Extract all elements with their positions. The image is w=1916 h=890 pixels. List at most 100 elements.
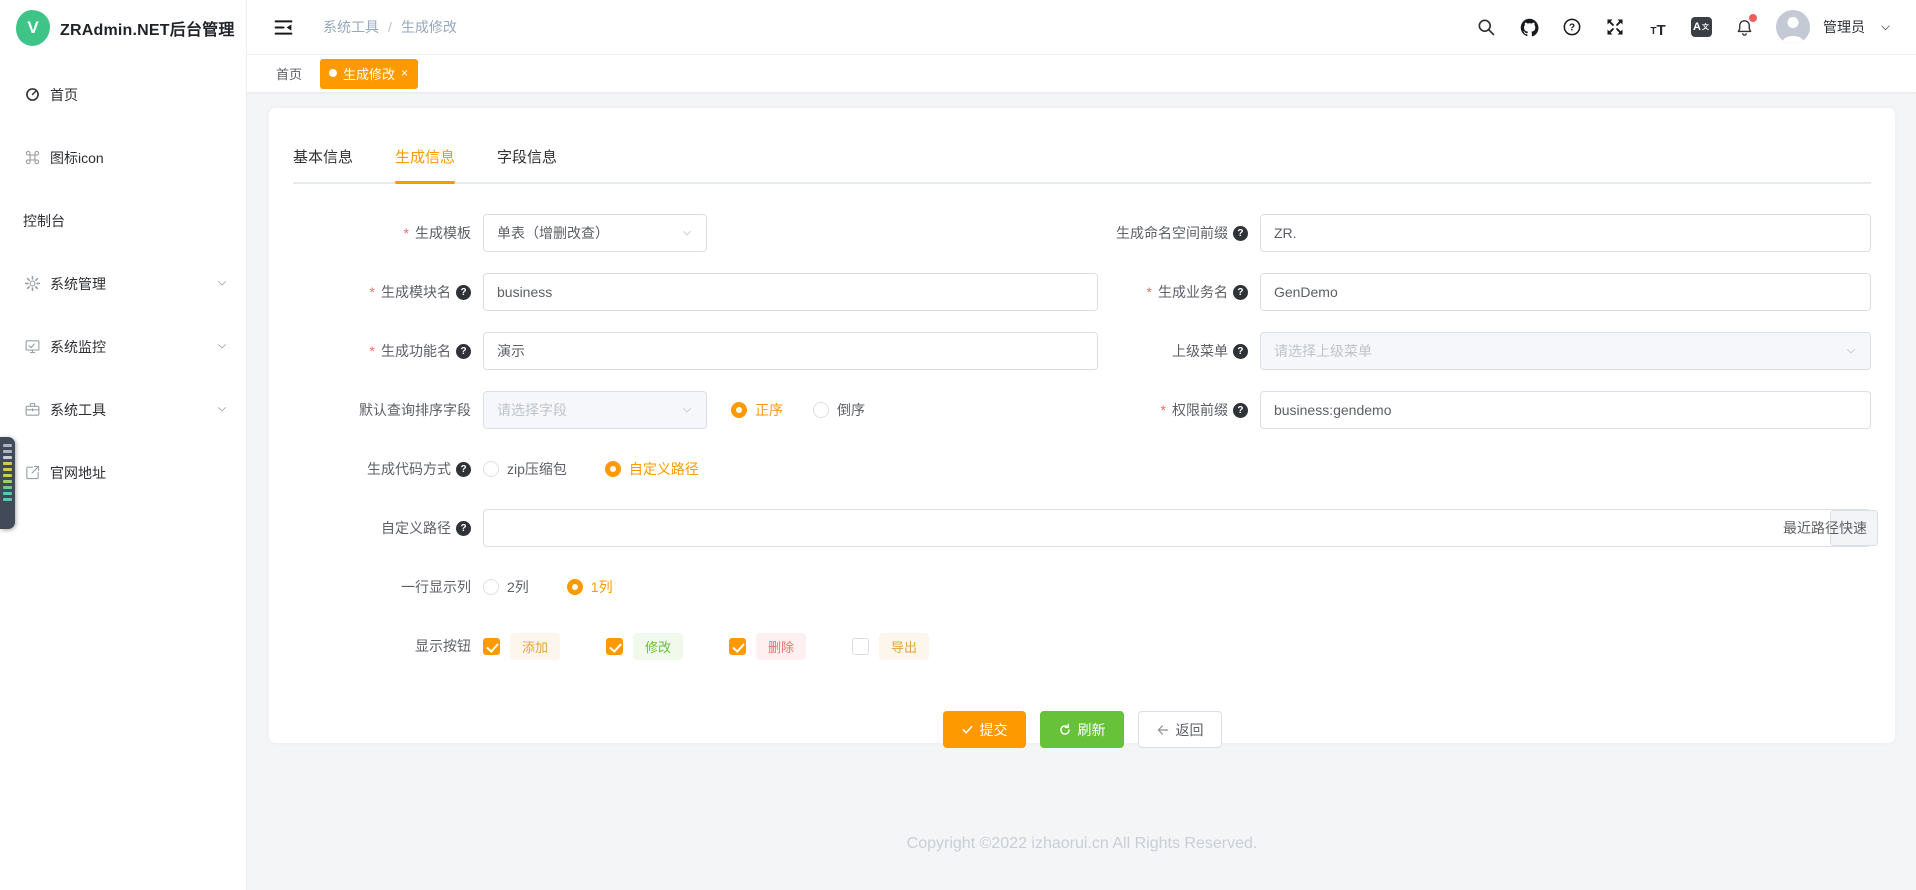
field-label: * 生成业务名 ? bbox=[1098, 282, 1248, 302]
sidebar-item-system-monitor[interactable]: 系统监控 bbox=[0, 315, 246, 378]
checkbox[interactable] bbox=[483, 638, 500, 655]
field-label: 默认查询排序字段 bbox=[293, 400, 471, 420]
sort-field-select[interactable]: 请选择字段 bbox=[483, 391, 707, 429]
copyright: Copyright ©2022 izhaorui.cn All Rights R… bbox=[269, 835, 1895, 853]
breadcrumb-item: 生成修改 bbox=[401, 17, 457, 37]
handle-stripe bbox=[3, 492, 12, 495]
help-icon[interactable]: ? bbox=[1561, 16, 1583, 38]
app-root: V ZRAdmin.NET后台管理 首页 图标icon 控制台 bbox=[0, 0, 1916, 890]
submit-button[interactable]: 提交 bbox=[943, 711, 1026, 748]
sidebar-nav: 首页 图标icon 控制台 系统管理 bbox=[0, 55, 246, 504]
parent-menu-select[interactable]: 请选择上级菜单 bbox=[1260, 332, 1871, 370]
form-row: * 生成模块名 ? * 生成业务名 ? bbox=[293, 273, 1871, 311]
page-content: 基本信息 生成信息 字段信息 * 生成模板 单表（增删改查） bbox=[247, 93, 1916, 890]
app-title: ZRAdmin.NET后台管理 bbox=[60, 16, 235, 40]
tab-gen-info[interactable]: 生成信息 bbox=[395, 146, 455, 182]
form-row: * 生成功能名 ? 上级菜单 ? bbox=[293, 332, 1871, 370]
font-size-icon[interactable]: TT bbox=[1647, 16, 1669, 38]
radio-one-column[interactable]: 1列 bbox=[567, 577, 613, 597]
show-buttons-group: 添加 修改 删除 导出 bbox=[483, 633, 929, 660]
help-circle-icon[interactable]: ? bbox=[456, 344, 471, 359]
bell-icon[interactable] bbox=[1733, 16, 1755, 38]
header: 系统工具 / 生成修改 ? TT bbox=[247, 0, 1916, 55]
sidebar-item-icons[interactable]: 图标icon bbox=[0, 126, 246, 189]
sidebar-item-console[interactable]: 控制台 bbox=[0, 189, 246, 252]
github-icon[interactable] bbox=[1518, 16, 1540, 38]
namespace-prefix-input[interactable] bbox=[1260, 214, 1871, 252]
field-label: 生成代码方式 ? bbox=[293, 459, 471, 479]
form-row: 生成代码方式 ? zip压缩包 自定义路径 bbox=[293, 450, 1871, 488]
arrow-left-icon bbox=[1156, 723, 1170, 737]
user-name: 管理员 bbox=[1823, 17, 1865, 37]
user-menu-chevron-icon[interactable] bbox=[1874, 16, 1896, 38]
handle-stripe bbox=[3, 450, 12, 453]
form-row: 一行显示列 2列 1列 bbox=[293, 568, 1871, 606]
sidebar-item-home[interactable]: 首页 bbox=[0, 63, 246, 126]
translate-icon[interactable]: A文 bbox=[1690, 16, 1712, 38]
svg-text:?: ? bbox=[1569, 23, 1575, 34]
fullscreen-icon[interactable] bbox=[1604, 16, 1626, 38]
notification-badge bbox=[1749, 14, 1757, 22]
tab-home[interactable]: 首页 bbox=[274, 60, 304, 87]
sidebar-item-label: 图标icon bbox=[50, 148, 104, 168]
tag-add: 添加 bbox=[510, 633, 560, 660]
form-row: 自定义路径 ? 最近路径快速 bbox=[293, 509, 1871, 547]
help-circle-icon[interactable]: ? bbox=[1233, 344, 1248, 359]
help-circle-icon[interactable]: ? bbox=[456, 521, 471, 536]
briefcase-icon bbox=[23, 401, 41, 419]
sidebar-item-label: 系统工具 bbox=[50, 400, 106, 420]
sidebar-item-label: 控制台 bbox=[23, 211, 65, 231]
radio-sort-desc[interactable]: 倒序 bbox=[813, 400, 865, 420]
search-icon[interactable] bbox=[1475, 16, 1497, 38]
function-name-input[interactable] bbox=[483, 332, 1098, 370]
help-circle-icon[interactable]: ? bbox=[1233, 285, 1248, 300]
tab-field-info[interactable]: 字段信息 bbox=[497, 146, 557, 182]
chevron-down-icon bbox=[216, 402, 228, 418]
field-label: * 权限前缀 ? bbox=[1098, 400, 1248, 420]
breadcrumb-item[interactable]: 系统工具 bbox=[323, 17, 379, 37]
handle-stripe bbox=[3, 474, 12, 477]
radio-custom-path[interactable]: 自定义路径 bbox=[605, 459, 699, 479]
checkbox[interactable] bbox=[729, 638, 746, 655]
sidebar-item-system-tools[interactable]: 系统工具 bbox=[0, 378, 246, 441]
sidebar-item-label: 首页 bbox=[50, 85, 78, 105]
module-name-input[interactable] bbox=[483, 273, 1098, 311]
custom-path-field: 最近路径快速 bbox=[483, 509, 1871, 547]
breadcrumb-separator: / bbox=[388, 19, 392, 35]
radio-two-columns[interactable]: 2列 bbox=[483, 577, 529, 597]
active-tab-dot bbox=[329, 69, 337, 77]
opened-tabs-bar: 首页 生成修改 × bbox=[247, 55, 1916, 93]
header-actions: ? TT A文 管理员 bbox=[1475, 10, 1896, 44]
radio-zip[interactable]: zip压缩包 bbox=[483, 459, 567, 479]
checkbox[interactable] bbox=[606, 638, 623, 655]
dashboard-icon bbox=[23, 86, 41, 104]
gear-icon bbox=[23, 275, 41, 293]
monitor-icon bbox=[23, 338, 41, 356]
gen-template-select[interactable]: 单表（增删改查） bbox=[483, 214, 707, 252]
sidebar-item-label: 系统监控 bbox=[50, 337, 106, 357]
close-icon[interactable]: × bbox=[401, 67, 408, 79]
logo-icon: V bbox=[16, 10, 50, 46]
chevron-down-icon bbox=[216, 276, 228, 292]
help-circle-icon[interactable]: ? bbox=[456, 462, 471, 477]
handle-stripe bbox=[3, 468, 12, 471]
business-name-input[interactable] bbox=[1260, 273, 1871, 311]
help-circle-icon[interactable]: ? bbox=[456, 285, 471, 300]
checkbox[interactable] bbox=[852, 638, 869, 655]
avatar[interactable] bbox=[1776, 10, 1810, 44]
sidebar-collapse-icon[interactable] bbox=[273, 16, 295, 38]
sidebar-item-website[interactable]: 官网地址 bbox=[0, 441, 246, 504]
help-circle-icon[interactable]: ? bbox=[1233, 226, 1248, 241]
custom-path-input[interactable] bbox=[483, 509, 1871, 547]
help-circle-icon[interactable]: ? bbox=[1233, 403, 1248, 418]
refresh-button[interactable]: 刷新 bbox=[1040, 711, 1124, 748]
log-drawer-handle[interactable] bbox=[0, 437, 15, 529]
radio-sort-asc[interactable]: 正序 bbox=[731, 400, 783, 420]
perm-prefix-input[interactable] bbox=[1260, 391, 1871, 429]
sidebar-item-system-manage[interactable]: 系统管理 bbox=[0, 252, 246, 315]
recent-path-label[interactable]: 最近路径快速 bbox=[1783, 509, 1867, 547]
tab-basic-info[interactable]: 基本信息 bbox=[293, 146, 353, 182]
tab-gen-edit[interactable]: 生成修改 × bbox=[320, 59, 418, 89]
back-button[interactable]: 返回 bbox=[1138, 711, 1222, 748]
app-logo[interactable]: V ZRAdmin.NET后台管理 bbox=[0, 0, 246, 55]
